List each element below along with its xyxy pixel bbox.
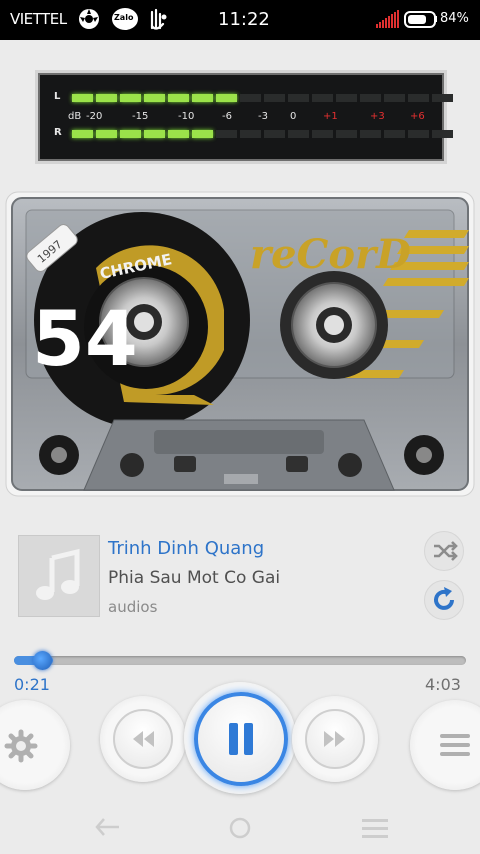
vu-segment [192,94,213,102]
vu-segment [432,94,453,102]
vu-scale-tick: -15 [132,111,149,122]
vu-segment [312,130,333,138]
vu-scale-tick: -10 [178,111,195,122]
vu-segment [384,94,405,102]
vu-left-label: L [54,91,61,102]
vu-segment [120,94,141,102]
vu-segment [432,130,453,138]
status-bar: VIETTEL Zalo 11:22 84% [0,0,480,40]
clock: 11:22 [218,9,270,30]
seek-bar[interactable] [14,656,466,665]
vu-segment [168,94,189,102]
vu-segment [216,94,237,102]
vu-segment [384,130,405,138]
vu-segment [288,130,309,138]
repeat-icon [434,587,454,610]
vu-scale-tick: +3 [370,111,385,122]
vu-segment [144,130,165,138]
rewind-icon [133,731,154,747]
vu-segment [288,94,309,102]
vu-segment [72,130,93,138]
vu-segment [72,94,93,102]
vu-segment [312,94,333,102]
vu-segment [264,130,285,138]
battery-tip [434,16,437,22]
signal-icon [376,10,399,28]
vu-segment [192,130,213,138]
vu-scale-tick: +6 [410,111,425,122]
vu-segment [120,130,141,138]
previous-button-face [113,709,173,769]
vu-right-channel [72,130,453,138]
recents-icon[interactable] [362,817,388,839]
vu-scale: dB -20 -15 -10 -6 -3 0 +1 +3 +6 [68,111,428,125]
ball-icon [79,9,99,29]
vu-segment [408,94,429,102]
vu-scale-tick: 0 [290,111,297,122]
seek-thumb[interactable] [33,651,52,670]
back-icon[interactable] [94,816,122,838]
next-button-face [305,709,365,769]
album-art [18,535,100,617]
vu-segment [336,94,357,102]
music-note-icon [36,548,80,600]
battery-percent: 84% [440,11,469,26]
vu-scale-tick: -6 [222,111,232,122]
hand-icon [150,8,167,30]
track-title: Phia Sau Mot Co Gai [108,568,281,588]
shuffle-button[interactable] [424,531,464,571]
vu-segment [168,130,189,138]
cassette-brand: reCorD [250,231,411,278]
cassette-length: 54 [32,294,138,383]
pause-button[interactable] [184,682,296,794]
zalo-label: Zalo [114,13,134,22]
pause-button-face [194,692,288,786]
vu-segment [216,130,237,138]
track-artist: Trinh Dinh Quang [108,538,265,559]
vu-segment [408,130,429,138]
current-time: 0:21 [14,675,50,694]
total-time: 4:03 [425,675,461,694]
vu-scale-tick: +1 [323,111,338,122]
vu-segment [240,94,261,102]
previous-button[interactable] [100,696,186,782]
next-button[interactable] [292,696,378,782]
vu-segment [360,130,381,138]
vu-segment [96,130,117,138]
menu-icon [440,734,470,756]
vu-right-label: R [54,127,62,138]
vu-segment [360,94,381,102]
vu-db-label: dB [68,111,82,122]
vu-segment [264,94,285,102]
fast-forward-icon [324,731,345,747]
track-album: audios [108,598,158,616]
settings-button[interactable] [0,700,70,790]
battery-icon [404,11,436,28]
cassette-tape: reCorD CHROME 54 1997 [4,190,476,498]
battery-level [408,15,427,24]
menu-button[interactable] [410,700,480,790]
repeat-button[interactable] [424,580,464,620]
vu-left-channel [72,94,453,102]
pause-icon [229,723,253,755]
gear-icon [4,729,38,763]
vu-scale-tick: -20 [86,111,103,122]
vu-meter: L dB -20 -15 -10 -6 -3 0 +1 +3 +6 R [38,73,453,161]
shuffle-icon [434,541,458,561]
vu-segment [96,94,117,102]
vu-segment [336,130,357,138]
vu-scale-tick: -3 [258,111,268,122]
home-icon[interactable] [228,816,252,840]
vu-segment [240,130,261,138]
carrier-name: VIETTEL [10,10,67,28]
vu-segment [144,94,165,102]
zalo-icon: Zalo [112,8,138,30]
navigation-bar [0,800,480,854]
